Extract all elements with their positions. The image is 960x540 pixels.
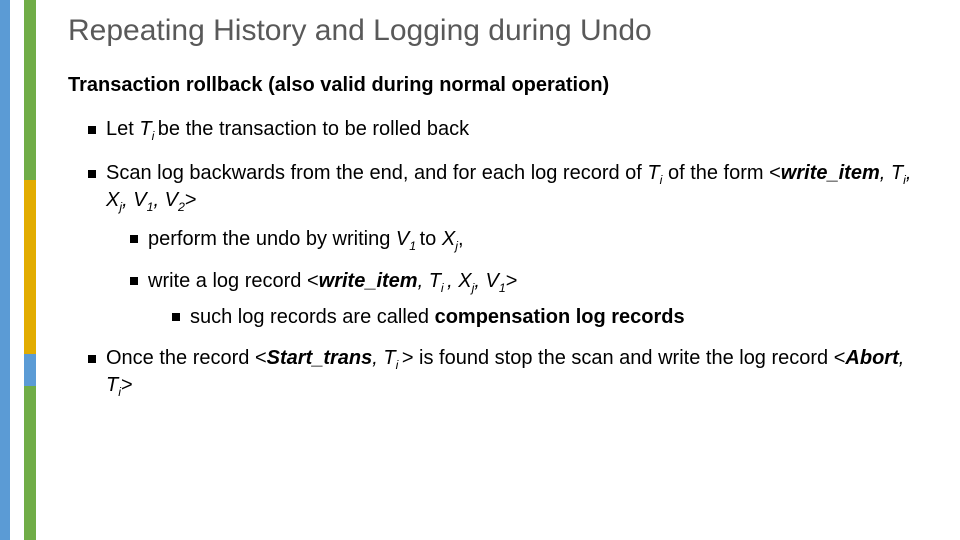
bullet-2-2: write a log record <write_item, Ti , Xj,… xyxy=(130,268,936,330)
bullet-2-sublist: perform the undo by writing V1 to Xj, wr… xyxy=(130,226,936,330)
lead-line: Transaction rollback (also valid during … xyxy=(68,74,936,97)
bullet-list: Let Ti be the transaction to be rolled b… xyxy=(88,117,936,401)
bullet-2: Scan log backwards from the end, and for… xyxy=(88,161,936,330)
accent-stripe-green-tail xyxy=(24,386,36,540)
bullet-3: Once the record <Start_trans, Ti > is fo… xyxy=(88,346,936,401)
bullet-1: Let Ti be the transaction to be rolled b… xyxy=(88,117,936,145)
bullet-2-2-sublist: such log records are called compensation… xyxy=(172,304,936,330)
accent-stripe-blue-tail xyxy=(24,354,36,388)
slide-content: Repeating History and Logging during Und… xyxy=(68,14,936,417)
accent-stripe-gold xyxy=(24,180,36,360)
accent-stripe-gap xyxy=(10,0,24,540)
bullet-2-1: perform the undo by writing V1 to Xj, xyxy=(130,226,936,254)
bullet-2-2-1: such log records are called compensation… xyxy=(172,304,936,330)
accent-stripe-blue xyxy=(0,0,10,540)
slide-title: Repeating History and Logging during Und… xyxy=(68,14,936,48)
